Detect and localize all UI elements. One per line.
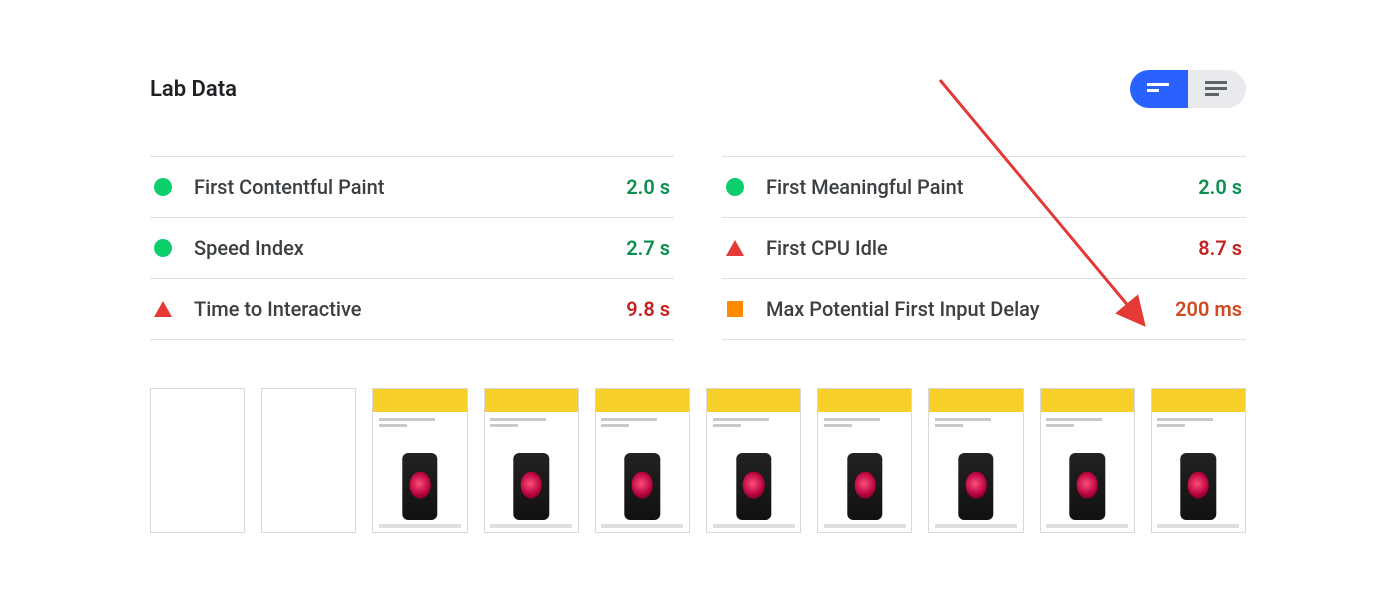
metric-value: 9.8 s bbox=[626, 297, 670, 321]
metric-row[interactable]: Max Potential First Input Delay 200 ms bbox=[722, 278, 1246, 340]
view-summary-button[interactable] bbox=[1130, 70, 1188, 108]
metric-value: 2.0 s bbox=[1198, 175, 1242, 199]
metric-value: 2.7 s bbox=[626, 236, 670, 260]
status-fail-icon bbox=[154, 300, 172, 318]
status-pass-icon bbox=[726, 178, 744, 196]
status-pass-icon bbox=[154, 178, 172, 196]
metric-label: Time to Interactive bbox=[194, 297, 626, 321]
view-toggle bbox=[1130, 70, 1246, 108]
metric-row[interactable]: First Contentful Paint 2.0 s bbox=[150, 156, 674, 217]
metric-label: First Contentful Paint bbox=[194, 175, 626, 199]
metric-row[interactable]: Time to Interactive 9.8 s bbox=[150, 278, 674, 340]
metric-label: Speed Index bbox=[194, 236, 626, 260]
filmstrip-frame bbox=[1040, 388, 1135, 533]
filmstrip bbox=[150, 388, 1246, 533]
filmstrip-frame bbox=[706, 388, 801, 533]
filmstrip-frame bbox=[150, 388, 245, 533]
status-fail-icon bbox=[726, 239, 744, 257]
short-text-icon bbox=[1147, 81, 1171, 97]
metric-value: 8.7 s bbox=[1198, 236, 1242, 260]
metrics-column-right: First Meaningful Paint 2.0 s First CPU I… bbox=[722, 156, 1246, 340]
section-title: Lab Data bbox=[150, 77, 237, 102]
filmstrip-frame bbox=[595, 388, 690, 533]
filmstrip-frame bbox=[1151, 388, 1246, 533]
metrics-column-left: First Contentful Paint 2.0 s Speed Index… bbox=[150, 156, 674, 340]
metric-label: First CPU Idle bbox=[766, 236, 1198, 260]
status-pass-icon bbox=[154, 239, 172, 257]
metric-row[interactable]: First CPU Idle 8.7 s bbox=[722, 217, 1246, 278]
metric-label: Max Potential First Input Delay bbox=[766, 297, 1175, 321]
metric-value: 2.0 s bbox=[626, 175, 670, 199]
metric-row[interactable]: First Meaningful Paint 2.0 s bbox=[722, 156, 1246, 217]
filmstrip-frame bbox=[817, 388, 912, 533]
menu-icon bbox=[1205, 80, 1229, 98]
filmstrip-frame bbox=[261, 388, 356, 533]
metric-value: 200 ms bbox=[1175, 297, 1242, 321]
metric-row[interactable]: Speed Index 2.7 s bbox=[150, 217, 674, 278]
filmstrip-frame bbox=[372, 388, 467, 533]
metric-label: First Meaningful Paint bbox=[766, 175, 1198, 199]
filmstrip-frame bbox=[484, 388, 579, 533]
filmstrip-frame bbox=[928, 388, 1023, 533]
status-average-icon bbox=[726, 300, 744, 318]
view-detail-button[interactable] bbox=[1188, 70, 1246, 108]
